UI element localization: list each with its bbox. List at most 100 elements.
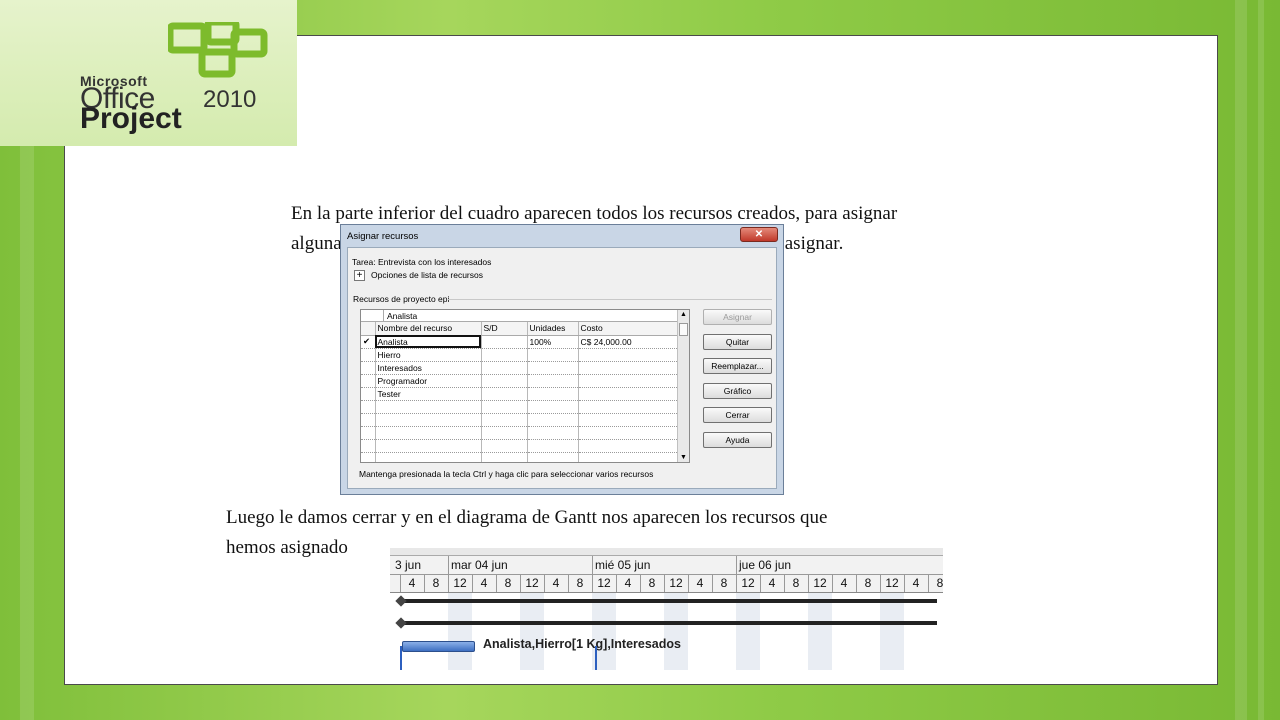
resource-name-cell[interactable]	[375, 439, 482, 453]
gantt-hour-tick: 8	[720, 576, 728, 590]
table-row[interactable]: Hierro	[361, 348, 680, 362]
resource-name-cell[interactable]	[375, 426, 482, 440]
graph-button[interactable]: Gráfico	[703, 383, 772, 399]
sd-cell[interactable]	[481, 426, 528, 440]
multi-select-hint: Mantenga presionada la tecla Ctrl y haga…	[359, 469, 654, 479]
replace-button[interactable]: Reemplazar...	[703, 358, 772, 374]
gantt-hour-divider	[496, 575, 497, 592]
units-cell[interactable]	[527, 452, 579, 462]
units-cell[interactable]	[527, 413, 579, 427]
sd-cell[interactable]	[481, 439, 528, 453]
resource-name-cell[interactable]: Analista	[375, 335, 482, 349]
header-sd[interactable]: S/D	[481, 322, 528, 336]
units-cell[interactable]	[527, 387, 579, 401]
task-bar[interactable]	[402, 641, 475, 652]
units-cell[interactable]	[527, 439, 579, 453]
cost-cell[interactable]	[578, 387, 680, 401]
row-check-icon	[361, 361, 376, 375]
header-units[interactable]: Unidades	[527, 322, 579, 336]
nonworking-shade	[664, 593, 688, 670]
sd-cell[interactable]	[481, 348, 528, 362]
cost-cell[interactable]	[578, 361, 680, 375]
assign-resources-dialog: Asignar recursos ✕ Tarea: Entrevista con…	[340, 224, 784, 495]
gantt-hour-tick: 4	[624, 576, 632, 590]
sd-cell[interactable]	[481, 413, 528, 427]
nonworking-shade	[808, 593, 832, 670]
dialog-title: Asignar recursos	[347, 231, 419, 242]
resource-name-cell[interactable]	[375, 452, 482, 462]
sd-cell[interactable]	[481, 400, 528, 414]
grid-edit-value: Analista	[387, 311, 418, 321]
resource-name-cell[interactable]: Interesados	[375, 361, 482, 375]
resource-name-cell[interactable]: Tester	[375, 387, 482, 401]
scroll-up-icon[interactable]: ▲	[680, 311, 687, 318]
cost-cell[interactable]	[578, 413, 680, 427]
close-icon[interactable]: ✕	[740, 227, 778, 242]
grid-edit-bar[interactable]: Analista	[361, 310, 677, 322]
resource-rows: ✔ Analista 100% C$ 24,000.00 Hierro Interesad…	[361, 335, 680, 462]
cost-cell[interactable]	[578, 426, 680, 440]
project-resources-group-label: Recursos de proyecto epi	[353, 294, 450, 304]
gantt-hour-tick: 8	[576, 576, 584, 590]
units-cell[interactable]	[527, 361, 579, 375]
nonworking-shade	[880, 593, 904, 670]
table-row[interactable]: Programador	[361, 374, 680, 388]
table-row[interactable]: Interesados	[361, 361, 680, 375]
units-cell[interactable]	[527, 400, 579, 414]
help-button[interactable]: Ayuda	[703, 432, 772, 448]
table-row[interactable]: Tester	[361, 387, 680, 401]
link-line	[595, 646, 597, 670]
cost-cell[interactable]	[578, 374, 680, 388]
table-row[interactable]	[361, 439, 680, 453]
resource-name-cell[interactable]	[375, 400, 482, 414]
scroll-down-icon[interactable]: ▼	[680, 454, 687, 461]
dialog-body: Tarea: Entrevista con los interesados + …	[347, 247, 777, 489]
table-row[interactable]	[361, 400, 680, 414]
table-row[interactable]	[361, 452, 680, 462]
cost-cell[interactable]	[578, 439, 680, 453]
expand-options-icon[interactable]: +	[354, 270, 365, 281]
resource-name-cell[interactable]: Programador	[375, 374, 482, 388]
gantt-hour-tick: 4	[696, 576, 704, 590]
gantt-day-label: jue 06 jun	[739, 558, 792, 572]
gantt-top-bar	[390, 548, 943, 556]
table-row[interactable]: ✔ Analista 100% C$ 24,000.00	[361, 335, 680, 349]
units-cell[interactable]	[527, 374, 579, 388]
cost-cell[interactable]: C$ 24,000.00	[578, 335, 680, 349]
close-button[interactable]: Cerrar	[703, 407, 772, 423]
gantt-day-label: 3 jun	[395, 558, 422, 572]
resource-list-options-link[interactable]: Opciones de lista de recursos	[371, 270, 483, 280]
cost-cell[interactable]	[578, 348, 680, 362]
summary-bar[interactable]	[398, 621, 937, 625]
assign-button[interactable]: Asignar	[703, 309, 772, 325]
summary-bar[interactable]	[398, 599, 937, 603]
cost-cell[interactable]	[578, 400, 680, 414]
sd-cell[interactable]	[481, 361, 528, 375]
row-check-icon	[361, 348, 376, 362]
grid-scrollbar[interactable]: ▲ ▼	[677, 310, 689, 462]
scroll-thumb[interactable]	[679, 323, 688, 336]
sd-cell[interactable]	[481, 335, 528, 349]
resource-name-cell[interactable]	[375, 413, 482, 427]
cost-cell[interactable]	[578, 452, 680, 462]
remove-button[interactable]: Quitar	[703, 334, 772, 350]
gantt-hour-divider	[736, 575, 737, 592]
gantt-hour-tick: 8	[792, 576, 800, 590]
sd-cell[interactable]	[481, 387, 528, 401]
header-cost[interactable]: Costo	[578, 322, 680, 336]
resource-grid[interactable]: Analista Nombre del recurso S/D Unidades…	[360, 309, 690, 463]
units-cell[interactable]: 100%	[527, 335, 579, 349]
units-cell[interactable]	[527, 426, 579, 440]
gantt-hour-divider	[400, 575, 401, 592]
resource-name-cell[interactable]: Hierro	[375, 348, 482, 362]
sd-cell[interactable]	[481, 374, 528, 388]
units-cell[interactable]	[527, 348, 579, 362]
sd-cell[interactable]	[481, 452, 528, 462]
summary-bar-cap	[395, 617, 407, 629]
header-resource-name[interactable]: Nombre del recurso	[375, 322, 482, 336]
gantt-hour-divider	[784, 575, 785, 592]
table-header-row: Nombre del recurso S/D Unidades Costo	[361, 322, 680, 336]
row-check-icon	[361, 374, 376, 388]
table-row[interactable]	[361, 426, 680, 440]
table-row[interactable]	[361, 413, 680, 427]
